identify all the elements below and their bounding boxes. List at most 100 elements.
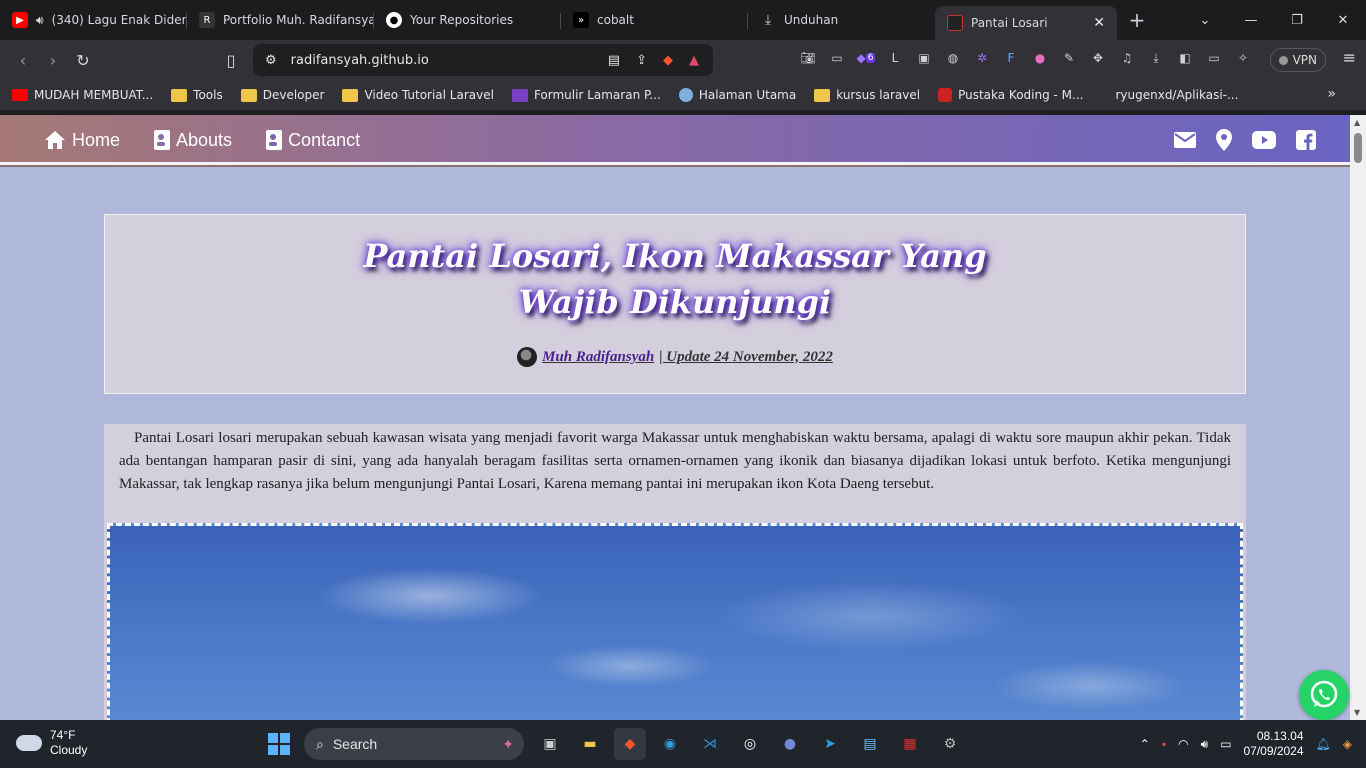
minimize-button[interactable]: — xyxy=(1228,13,1274,28)
bookmark-label: Video Tutorial Laravel xyxy=(364,88,494,102)
more-bookmarks-icon[interactable]: » xyxy=(1327,86,1336,102)
forward-button[interactable]: › xyxy=(38,51,68,70)
back-button[interactable]: ‹ xyxy=(8,51,38,70)
nav-home[interactable]: Home xyxy=(44,130,120,151)
reader-mode-icon[interactable]: ▤ xyxy=(608,53,620,68)
l-extension-icon[interactable]: L xyxy=(885,48,905,68)
scroll-up-icon[interactable]: ▲ xyxy=(1354,118,1360,127)
settings-icon[interactable]: ⚙︎ xyxy=(934,728,966,760)
bookmark-label: kursus laravel xyxy=(836,88,921,102)
brave-browser-icon[interactable]: ◆ xyxy=(614,728,646,760)
new-tab-button[interactable]: + xyxy=(1117,8,1157,32)
clock[interactable]: 08.13.04 07/09/2024 xyxy=(1243,729,1303,759)
bookmark-item[interactable]: Tools xyxy=(171,88,223,102)
task-view-icon[interactable]: ▣ xyxy=(534,728,566,760)
bookmark-item[interactable]: Formulir Lamaran P... xyxy=(511,88,661,102)
nav-abouts[interactable]: Abouts xyxy=(154,130,232,151)
author-link[interactable]: Muh Radifansyah xyxy=(542,349,654,366)
bookmark-icon[interactable]: ▯ xyxy=(216,51,246,70)
weather-widget[interactable]: 74°F Cloudy xyxy=(16,728,87,758)
file-explorer-icon[interactable]: ▬ xyxy=(574,728,606,760)
bookmark-item[interactable]: Pustaka Koding - M... xyxy=(938,88,1083,102)
bookmark-item[interactable]: Developer xyxy=(240,88,324,102)
edge-icon[interactable]: ◉ xyxy=(654,728,686,760)
map-marker-icon[interactable] xyxy=(1216,129,1232,151)
pink-extension-icon[interactable]: ● xyxy=(1030,48,1050,68)
close-window-button[interactable]: ✕ xyxy=(1320,13,1366,28)
speaker-icon[interactable]: 🔊︎ xyxy=(36,13,44,28)
facebook-icon[interactable] xyxy=(1296,130,1316,150)
site-settings-icon[interactable]: ⚙︎ xyxy=(265,53,277,68)
menu-icon[interactable]: ≡ xyxy=(1343,48,1356,67)
youtube-icon[interactable] xyxy=(1252,131,1276,149)
downloads-icon[interactable]: ⤓ xyxy=(1146,48,1166,68)
volume-icon[interactable]: 🔊︎ xyxy=(1201,737,1209,752)
tab-cobalt[interactable]: » cobalt xyxy=(561,4,748,36)
chevron-up-icon[interactable]: ⌃ xyxy=(1140,737,1150,751)
telegram-icon[interactable]: ➤ xyxy=(814,728,846,760)
whatsapp-button[interactable] xyxy=(1299,670,1349,720)
eyedropper-extension-icon[interactable]: ✎ xyxy=(1059,48,1079,68)
bookmark-label: MUDAH MEMBUAT... xyxy=(34,88,154,102)
site-icon xyxy=(947,15,963,31)
copilot-icon[interactable]: ◈ xyxy=(1343,737,1352,751)
color-extension-icon[interactable]: ◍ xyxy=(943,48,963,68)
tab-search-icon[interactable]: ⌄ xyxy=(1182,13,1228,28)
restore-button[interactable]: ❐ xyxy=(1274,13,1320,28)
media-icon[interactable]: ♫ xyxy=(1117,48,1137,68)
bookmark-item[interactable]: kursus laravel xyxy=(814,88,920,102)
bookmark-item[interactable]: MUDAH MEMBUAT... xyxy=(12,88,153,102)
brave-shields-icon[interactable]: ◆ xyxy=(663,53,673,68)
puzzle-icon[interactable]: ✥ xyxy=(1088,48,1108,68)
page-scrollbar[interactable]: ▲ ▼ xyxy=(1350,115,1366,720)
scroll-down-icon[interactable]: ▼ xyxy=(1354,708,1360,717)
start-button[interactable] xyxy=(268,733,290,755)
envelope-icon[interactable] xyxy=(1174,132,1196,148)
tab-youtube[interactable]: ▶ 🔊︎ (340) Lagu Enak Didengar xyxy=(0,4,187,36)
scrollbar-thumb[interactable] xyxy=(1354,133,1362,163)
notepad-icon[interactable]: ▤ xyxy=(854,728,886,760)
browser-toolbar: ‹ › ↻ ▯ ⚙︎ radifansyah.github.io ▤ ⇪ ◆ ▲… xyxy=(0,40,1366,80)
portfolio-icon: R xyxy=(199,12,215,28)
tab-downloads[interactable]: ⤓ Unduhan xyxy=(748,4,935,36)
reload-button[interactable]: ↻ xyxy=(68,51,98,70)
camera-extension-icon[interactable]: 📷︎ xyxy=(798,48,818,68)
bookmark-item[interactable]: ryugenxd/Aplikasi-... xyxy=(1115,88,1238,102)
notification-bell-icon[interactable]: 🔔︎ xyxy=(1316,737,1331,751)
title-line-1: Pantai Losari, Ikon Makassar Yang xyxy=(363,237,987,275)
nav-contact[interactable]: Contanct xyxy=(266,130,360,151)
share-icon[interactable]: ⇪ xyxy=(636,53,647,68)
vscode-icon[interactable]: ⋊ xyxy=(694,728,726,760)
pdf-icon[interactable]: ▦ xyxy=(894,728,926,760)
tab-portfolio[interactable]: R Portfolio Muh. Radifansyah xyxy=(187,4,374,36)
sidebar-icon[interactable]: ◧ xyxy=(1175,48,1195,68)
search-label: Search xyxy=(332,736,378,752)
box-extension-icon[interactable]: ▣ xyxy=(914,48,934,68)
taskbar-search[interactable]: ⌕ Search ✦ xyxy=(304,728,524,760)
byline[interactable]: Muh Radifansyah | Update 24 November, 20… xyxy=(105,347,1245,367)
wifi-icon[interactable]: ◠ xyxy=(1178,737,1188,751)
close-tab-icon[interactable]: ✕ xyxy=(1093,15,1105,31)
tab-pantai-losari[interactable]: Pantai Losari ✕ xyxy=(935,6,1117,40)
gear-extension-icon[interactable]: ✲ xyxy=(972,48,992,68)
copy-extension-icon[interactable]: ▭ xyxy=(827,48,847,68)
bookmark-label: Pustaka Koding - M... xyxy=(958,88,1084,102)
article-body: Pantai Losari losari merupakan sebuah ka… xyxy=(104,424,1246,720)
bookmark-item[interactable]: Halaman Utama xyxy=(678,88,796,102)
bookmark-item[interactable]: Video Tutorial Laravel xyxy=(342,88,494,102)
wallet-icon[interactable]: ▭ xyxy=(1204,48,1224,68)
f1-extension-icon[interactable]: F xyxy=(1001,48,1021,68)
windows-taskbar: 74°F Cloudy ⌕ Search ✦ ▣ ▬ ◆ ◉ ⋊ ◎ ● ➤ ▤… xyxy=(0,720,1366,768)
whatsapp-app-icon[interactable]: ◎ xyxy=(734,728,766,760)
app-tray-icon[interactable]: ▪ xyxy=(1162,737,1166,751)
brave-rewards-icon[interactable]: ▲ xyxy=(689,53,699,68)
purple-extension-icon[interactable]: ◆ 6 xyxy=(856,48,876,68)
search-icon: ⌕ xyxy=(316,735,324,752)
folder-icon xyxy=(814,88,831,102)
address-bar[interactable]: ⚙︎ radifansyah.github.io ▤ ⇪ ◆ ▲ xyxy=(253,44,713,76)
tab-github[interactable]: ● Your Repositories xyxy=(374,4,561,36)
battery-icon[interactable]: ▭ xyxy=(1220,737,1231,751)
vpn-button[interactable]: VPN xyxy=(1269,48,1326,72)
leo-ai-icon[interactable]: ✧ xyxy=(1233,48,1253,68)
discord-icon[interactable]: ● xyxy=(774,728,806,760)
